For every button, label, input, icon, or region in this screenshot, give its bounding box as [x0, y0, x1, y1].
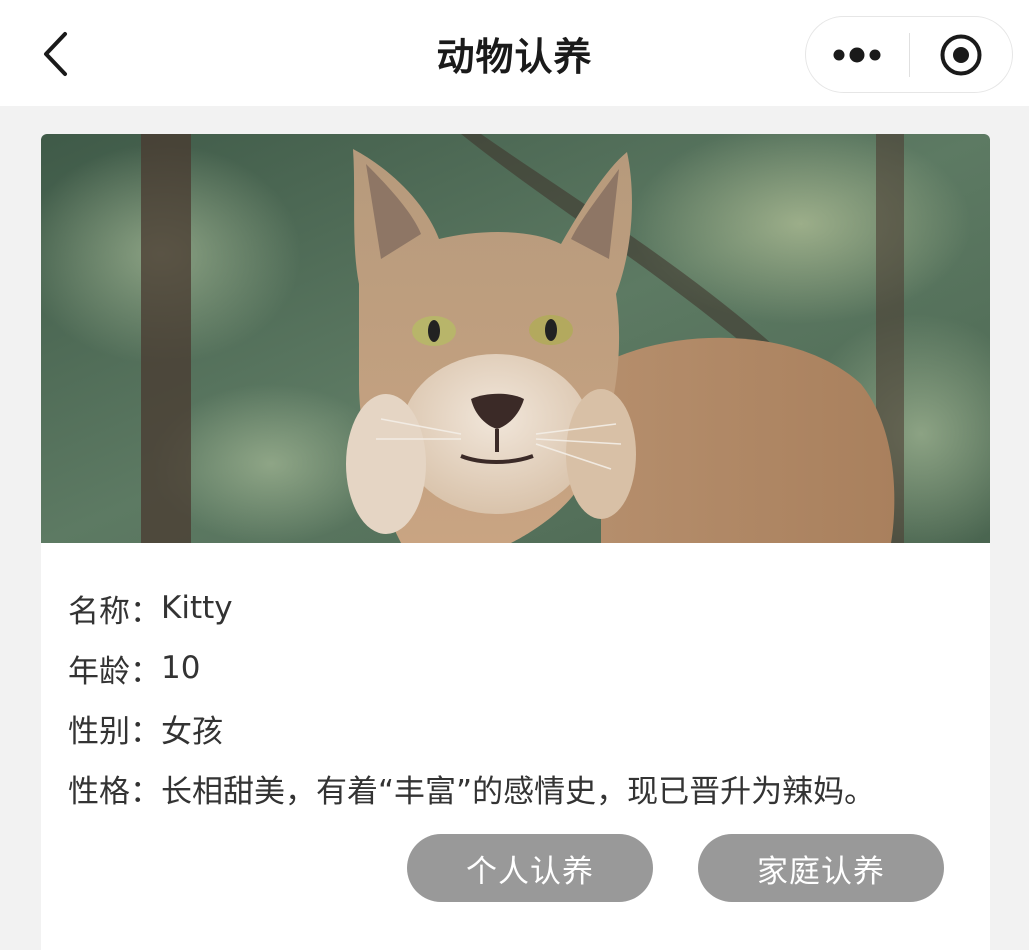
more-dots-icon — [833, 47, 881, 62]
mini-program-capsule — [805, 16, 1013, 93]
more-button[interactable] — [806, 17, 909, 92]
lynx-photo — [41, 134, 990, 543]
age-value: 10 — [161, 650, 201, 686]
target-circle-icon — [940, 34, 982, 75]
name-label: 名称： — [68, 593, 161, 630]
back-button[interactable] — [28, 24, 84, 84]
gender-label: 性别： — [68, 713, 161, 750]
animal-card: 名称： Kitty 年龄： 10 性别： 女孩 性格： 长相甜美，有着“丰富”的… — [41, 134, 990, 950]
navigation-bar: 动物认养 — [0, 0, 1029, 106]
personality-label: 性格： — [68, 773, 161, 810]
personality-row: 性格： 长相甜美，有着“丰富”的感情史，现已晋升为辣妈。 — [68, 758, 875, 818]
age-row: 年龄： 10 — [68, 638, 875, 698]
gender-value: 女孩 — [161, 713, 223, 750]
animal-info: 名称： Kitty 年龄： 10 性别： 女孩 性格： 长相甜美，有着“丰富”的… — [68, 578, 875, 818]
family-adopt-button[interactable]: 家庭认养 — [698, 834, 944, 902]
personal-adopt-button[interactable]: 个人认养 — [407, 834, 653, 902]
close-button[interactable] — [910, 17, 1013, 92]
animal-photo — [41, 134, 990, 543]
name-row: 名称： Kitty — [68, 578, 875, 638]
gender-row: 性别： 女孩 — [68, 698, 875, 758]
chevron-left-icon — [44, 32, 67, 76]
age-label: 年龄： — [68, 653, 161, 690]
personality-value: 长相甜美，有着“丰富”的感情史，现已晋升为辣妈。 — [161, 773, 876, 810]
name-value: Kitty — [161, 590, 233, 626]
